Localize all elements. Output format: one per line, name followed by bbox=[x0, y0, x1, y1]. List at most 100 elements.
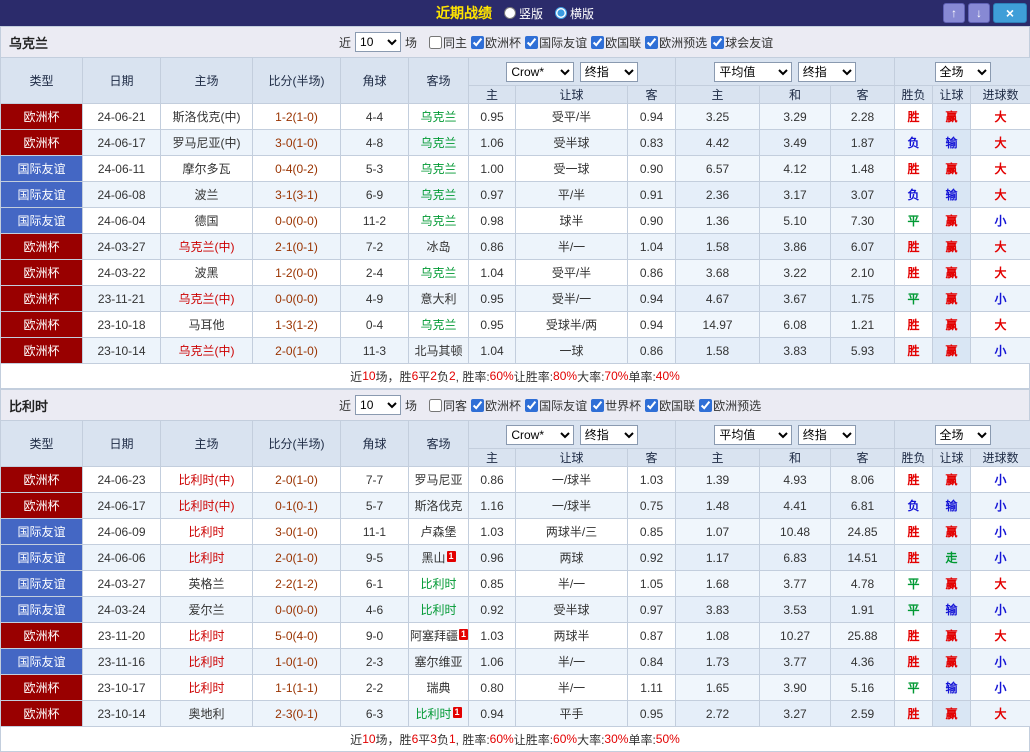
summary-text: 10 bbox=[362, 732, 375, 746]
layout-horizontal-option[interactable]: 横版 bbox=[555, 5, 594, 22]
final-odds-select[interactable]: 终指 bbox=[580, 62, 638, 82]
match-count-select[interactable]: 10 bbox=[355, 32, 401, 52]
goals-result-cell: 小 bbox=[971, 649, 1030, 675]
league-checkbox[interactable]: 欧国联 bbox=[591, 34, 641, 51]
summary-text: 60% bbox=[490, 732, 514, 746]
match-row: 欧洲杯23-11-21乌克兰(中)0-0(0-0)4-9意大利0.95受半/一0… bbox=[1, 286, 1030, 312]
fullmatch-select[interactable]: 全场 bbox=[935, 425, 991, 445]
home-team-name: 比利时(中) bbox=[179, 473, 235, 487]
subcol-avg-away: 客 bbox=[831, 86, 895, 104]
avg-draw-cell: 10.48 bbox=[760, 519, 831, 545]
summary-text: 近 bbox=[350, 368, 362, 385]
away-odds-cell: 0.86 bbox=[628, 260, 676, 286]
date-cell: 23-10-14 bbox=[83, 338, 161, 364]
score-cell: 0-0(0-0) bbox=[253, 597, 341, 623]
same-venue-input[interactable] bbox=[429, 399, 442, 412]
date-cell: 24-06-06 bbox=[83, 545, 161, 571]
goals-result-cell: 大 bbox=[971, 571, 1030, 597]
team-header: 比利时 近 10 场 同客 欧洲杯国际友谊世界杯欧国联欧洲预选 bbox=[0, 389, 1030, 420]
bookmaker-select[interactable]: Crow* bbox=[506, 62, 574, 82]
away-team-name: 瑞典 bbox=[426, 681, 450, 695]
handicap-result-cell: 赢 bbox=[933, 234, 971, 260]
league-checkbox[interactable]: 欧洲预选 bbox=[645, 34, 707, 51]
league-checkbox[interactable]: 球会友谊 bbox=[711, 34, 773, 51]
home-odds-cell: 0.95 bbox=[469, 286, 516, 312]
team-name: 乌克兰 bbox=[9, 33, 48, 52]
avg-home-cell: 6.57 bbox=[676, 156, 760, 182]
summary-text: 40% bbox=[656, 369, 680, 383]
home-team-cell: 波兰 bbox=[161, 182, 253, 208]
avg-home-cell: 1.17 bbox=[676, 545, 760, 571]
league-checkbox-input[interactable] bbox=[645, 36, 658, 49]
home-odds-cell: 0.95 bbox=[469, 104, 516, 130]
subcol-avg-draw: 和 bbox=[760, 449, 831, 467]
average-odds-select[interactable]: 平均值 bbox=[714, 425, 792, 445]
league-checkbox-input[interactable] bbox=[645, 399, 658, 412]
league-checkbox[interactable]: 欧洲杯 bbox=[471, 397, 521, 414]
final-odds-select[interactable]: 终指 bbox=[580, 425, 638, 445]
home-odds-cell: 0.95 bbox=[469, 312, 516, 338]
type-cell: 欧洲杯 bbox=[1, 104, 83, 130]
same-venue-checkbox[interactable]: 同主 bbox=[429, 34, 467, 51]
same-venue-input[interactable] bbox=[429, 36, 442, 49]
summary-text: 6 bbox=[412, 369, 419, 383]
corner-cell: 0-4 bbox=[341, 312, 409, 338]
league-checkbox-input[interactable] bbox=[591, 399, 604, 412]
league-checkbox[interactable]: 国际友谊 bbox=[525, 34, 587, 51]
subcol-goals-result: 进球数 bbox=[971, 86, 1030, 104]
avg-away-cell: 1.87 bbox=[831, 130, 895, 156]
average-odds-select[interactable]: 平均值 bbox=[714, 62, 792, 82]
final-odds-select-2[interactable]: 终指 bbox=[798, 425, 856, 445]
scroll-up-button[interactable]: ↑ bbox=[943, 3, 965, 23]
home-team-name: 乌克兰(中) bbox=[179, 240, 235, 254]
fullmatch-select[interactable]: 全场 bbox=[935, 62, 991, 82]
close-button[interactable]: × bbox=[993, 3, 1027, 23]
bookmaker-select[interactable]: Crow* bbox=[506, 425, 574, 445]
handicap-cell: 半/一 bbox=[516, 571, 628, 597]
handicap-cell: 半/一 bbox=[516, 234, 628, 260]
avg-home-cell: 2.36 bbox=[676, 182, 760, 208]
home-team-name: 马耳他 bbox=[188, 318, 224, 332]
layout-vertical-option[interactable]: 竖版 bbox=[504, 5, 543, 22]
away-team-name: 塞尔维亚 bbox=[414, 655, 462, 669]
summary-text: , 胜率: bbox=[456, 731, 490, 748]
avg-home-cell: 1.36 bbox=[676, 208, 760, 234]
away-odds-cell: 0.91 bbox=[628, 182, 676, 208]
summary-text: 单率: bbox=[628, 731, 655, 748]
horizontal-radio[interactable] bbox=[555, 7, 567, 19]
home-team-cell: 比利时 bbox=[161, 675, 253, 701]
date-cell: 23-11-21 bbox=[83, 286, 161, 312]
league-filters: 欧洲杯国际友谊世界杯欧国联 欧洲预选 bbox=[471, 397, 761, 414]
league-checkbox-input[interactable] bbox=[525, 36, 538, 49]
league-checkbox[interactable]: 国际友谊 bbox=[525, 397, 587, 414]
league-checkbox[interactable]: 欧洲预选 bbox=[699, 397, 761, 414]
corner-cell: 6-3 bbox=[341, 701, 409, 727]
league-checkbox-input[interactable] bbox=[471, 36, 484, 49]
handicap-result-cell: 赢 bbox=[933, 286, 971, 312]
score-cell: 1-2(0-0) bbox=[253, 260, 341, 286]
away-odds-cell: 0.87 bbox=[628, 623, 676, 649]
home-odds-cell: 1.04 bbox=[469, 338, 516, 364]
scroll-down-button[interactable]: ↓ bbox=[968, 3, 990, 23]
match-count-select[interactable]: 10 bbox=[355, 395, 401, 415]
league-checkbox[interactable]: 欧洲杯 bbox=[471, 34, 521, 51]
avg-draw-cell: 3.77 bbox=[760, 571, 831, 597]
same-venue-checkbox[interactable]: 同客 bbox=[429, 397, 467, 414]
league-checkbox[interactable]: 欧国联 bbox=[645, 397, 695, 414]
league-checkbox-input[interactable] bbox=[711, 36, 724, 49]
summary-text: 单率: bbox=[628, 368, 655, 385]
vertical-radio[interactable] bbox=[504, 7, 516, 19]
goals-result-cell: 大 bbox=[971, 623, 1030, 649]
type-cell: 国际友谊 bbox=[1, 597, 83, 623]
league-checkbox-input[interactable] bbox=[591, 36, 604, 49]
league-checkbox-input[interactable] bbox=[525, 399, 538, 412]
league-checkbox-input[interactable] bbox=[699, 399, 712, 412]
league-checkbox[interactable]: 世界杯 bbox=[591, 397, 641, 414]
summary-text: 场，胜 bbox=[376, 731, 412, 748]
final-odds-select-2[interactable]: 终指 bbox=[798, 62, 856, 82]
summary-text: 3 bbox=[430, 732, 437, 746]
result-cell: 平 bbox=[895, 597, 933, 623]
league-label: 欧洲预选 bbox=[713, 397, 761, 414]
league-checkbox-input[interactable] bbox=[471, 399, 484, 412]
summary-text: 负 bbox=[437, 731, 449, 748]
